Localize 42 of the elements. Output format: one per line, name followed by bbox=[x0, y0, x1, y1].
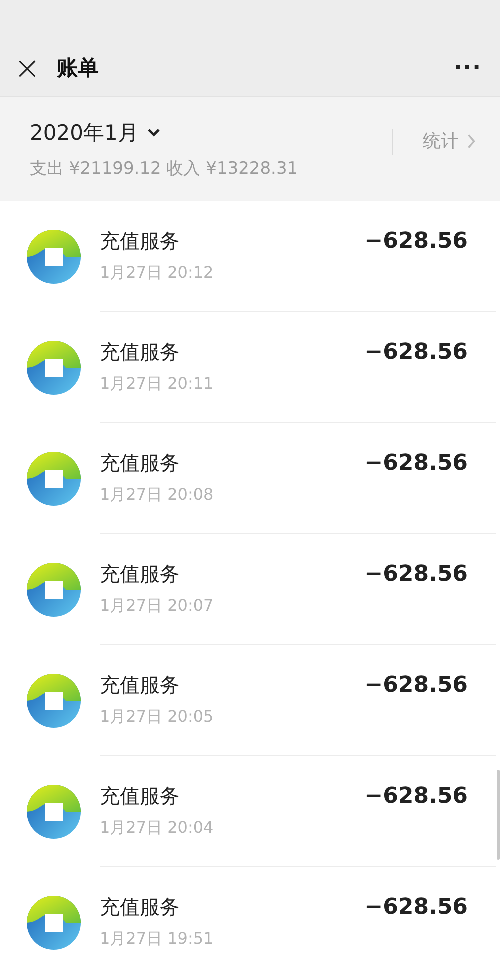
transaction-title: 充值服务 bbox=[100, 450, 180, 477]
transaction-time: 1月27日 20:07 bbox=[100, 596, 214, 617]
service-logo-icon bbox=[26, 672, 82, 728]
transaction-title: 充值服务 bbox=[100, 894, 180, 921]
transaction-row[interactable]: 充值服务 −628.56 1月27日 20:08 bbox=[0, 423, 496, 534]
service-logo-icon bbox=[26, 894, 82, 950]
chevron-down-icon bbox=[146, 128, 161, 138]
transaction-amount: −628.56 bbox=[364, 673, 468, 698]
transaction-row[interactable]: 充值服务 −628.56 1月27日 20:04 bbox=[0, 756, 496, 867]
transaction-time: 1月27日 20:12 bbox=[100, 263, 214, 284]
totals-text: 支出 ¥21199.12 收入 ¥13228.31 bbox=[30, 158, 300, 180]
transaction-time: 1月27日 19:51 bbox=[100, 929, 214, 950]
transaction-amount: −628.56 bbox=[364, 229, 468, 254]
transaction-title: 充值服务 bbox=[100, 561, 180, 588]
transaction-row[interactable]: 充值服务 −628.56 1月27日 20:05 bbox=[0, 645, 496, 756]
transaction-title: 充值服务 bbox=[100, 339, 180, 366]
service-logo-icon bbox=[26, 784, 82, 840]
chevron-right-icon bbox=[467, 134, 476, 148]
transaction-title: 充值服务 bbox=[100, 228, 180, 255]
service-logo-icon bbox=[26, 562, 82, 618]
transaction-title: 充值服务 bbox=[100, 783, 180, 810]
transaction-time: 1月27日 20:11 bbox=[100, 374, 214, 395]
transaction-row[interactable]: 充值服务 −628.56 1月27日 20:07 bbox=[0, 534, 496, 645]
transaction-row[interactable]: 充值服务 −628.56 1月27日 20:12 bbox=[0, 201, 496, 312]
transaction-amount: −628.56 bbox=[364, 895, 468, 920]
transaction-amount: −628.56 bbox=[364, 784, 468, 809]
more-button[interactable]: ··· bbox=[454, 56, 482, 80]
service-logo-icon bbox=[26, 450, 82, 506]
transaction-time: 1月27日 20:08 bbox=[100, 485, 214, 506]
transaction-row[interactable]: 充值服务 −628.56 1月27日 19:51 bbox=[0, 867, 496, 970]
transaction-amount: −628.56 bbox=[364, 451, 468, 476]
transaction-row[interactable]: 充值服务 −628.56 1月27日 20:11 bbox=[0, 312, 496, 423]
month-picker[interactable]: 2020年1月 bbox=[30, 118, 161, 146]
service-logo-icon bbox=[26, 228, 82, 284]
transaction-time: 1月27日 20:05 bbox=[100, 707, 214, 728]
close-button[interactable]: × bbox=[10, 52, 45, 84]
transaction-title: 充值服务 bbox=[100, 672, 180, 699]
transaction-amount: −628.56 bbox=[364, 340, 468, 365]
service-logo-icon bbox=[26, 340, 82, 396]
transaction-time: 1月27日 20:04 bbox=[100, 818, 214, 839]
transaction-amount: −628.56 bbox=[364, 562, 468, 587]
page-title: 账单 bbox=[56, 55, 100, 82]
